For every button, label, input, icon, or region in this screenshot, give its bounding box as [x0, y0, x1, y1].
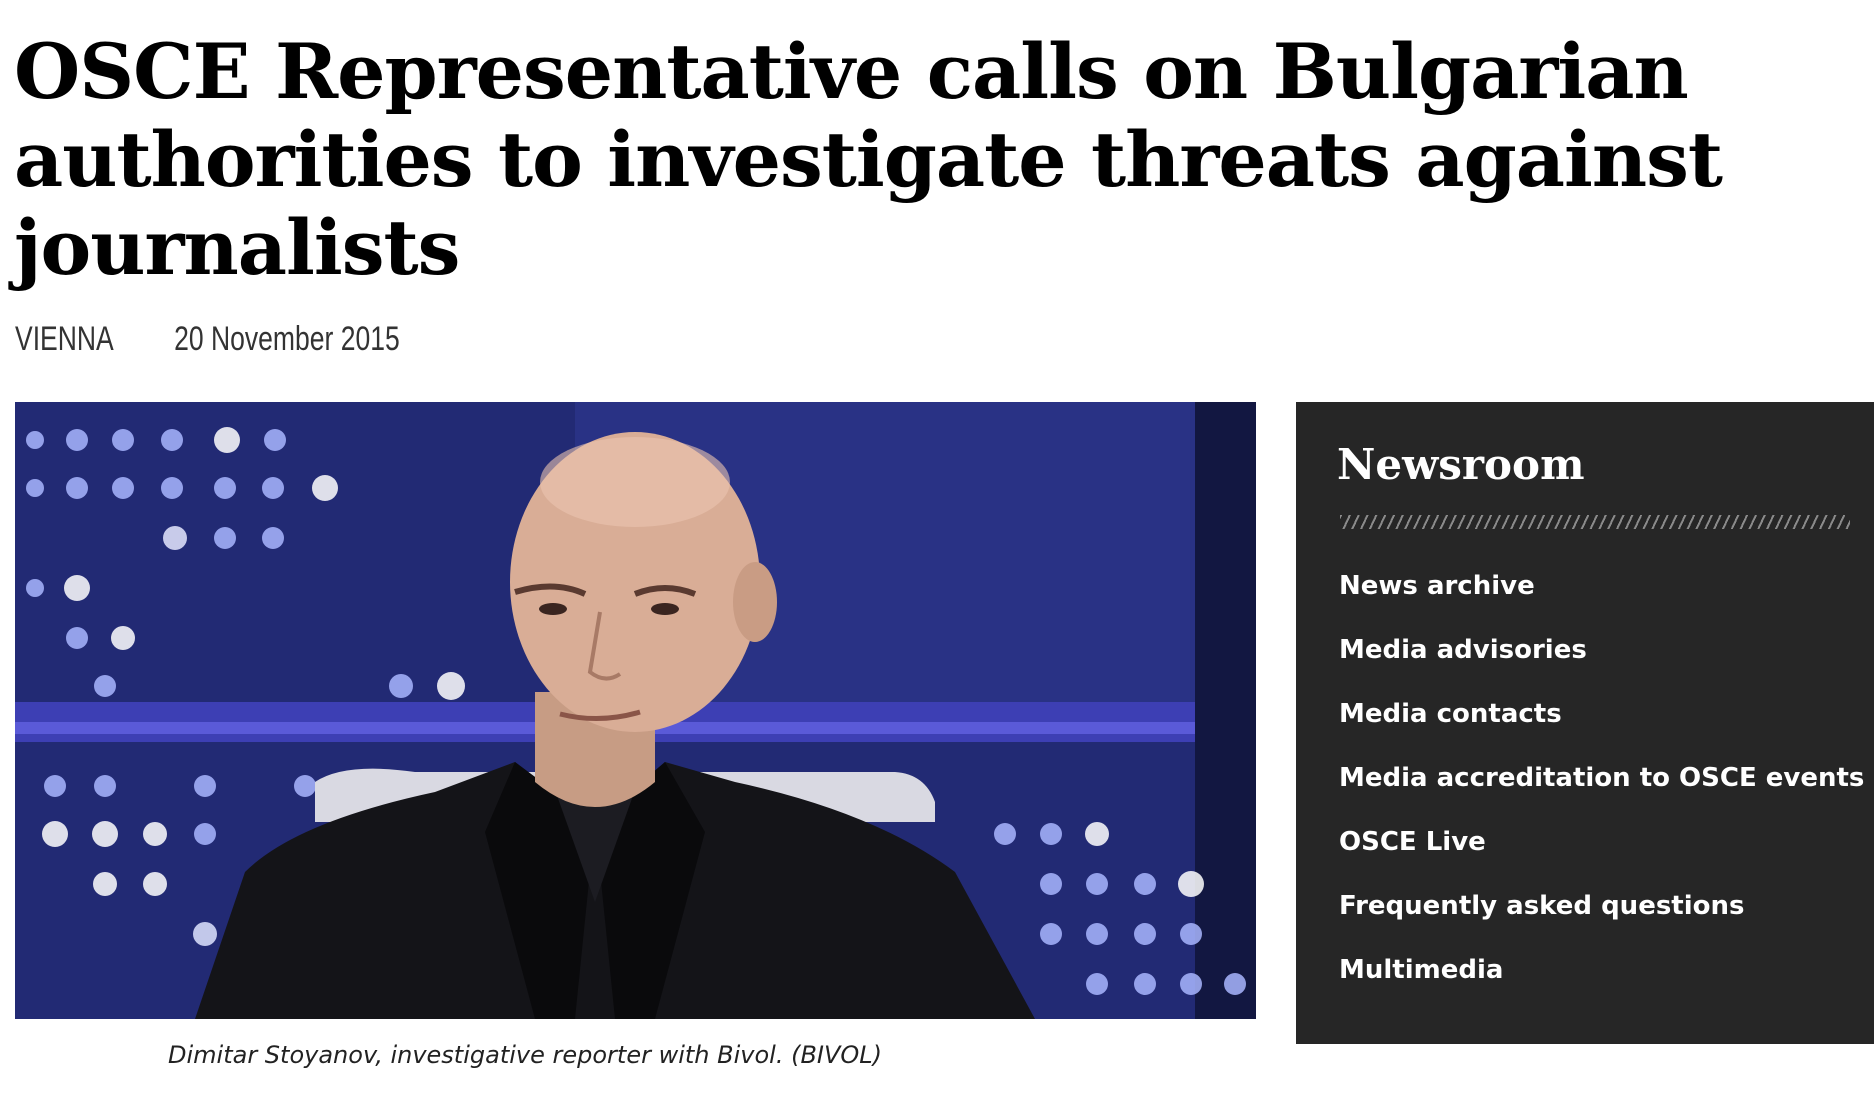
newsroom-sidebar: Newsroom News archive Media advisories M…: [1296, 402, 1874, 1044]
article-figure: Dimitar Stoyanov, investigative reporter…: [15, 402, 1256, 1102]
article-date: 20 November 2015: [174, 320, 400, 358]
newsroom-link-news-archive[interactable]: News archive: [1339, 566, 1864, 630]
photo-caption: Dimitar Stoyanov, investigative reporter…: [168, 1041, 883, 1069]
article-photo: [15, 402, 1256, 1019]
newsroom-link-media-advisories[interactable]: Media advisories: [1339, 630, 1864, 694]
photo-caption-box: Dimitar Stoyanov, investigative reporter…: [140, 1019, 1256, 1102]
newsroom-link-osce-live[interactable]: OSCE Live: [1339, 822, 1864, 886]
newsroom-nav: News archive Media advisories Media cont…: [1339, 566, 1864, 1014]
article-meta: VIENNA 20 November 2015: [15, 320, 400, 359]
article-headline: OSCE Representative calls on Bulgarian a…: [14, 27, 1723, 292]
newsroom-link-media-accreditation[interactable]: Media accreditation to OSCE events: [1339, 758, 1864, 822]
photo-illustration: [15, 402, 1256, 1019]
article-location: VIENNA: [15, 320, 114, 358]
newsroom-divider: [1340, 515, 1850, 529]
newsroom-link-multimedia[interactable]: Multimedia: [1339, 950, 1864, 1014]
newsroom-title: Newsroom: [1337, 440, 1585, 489]
newsroom-link-media-contacts[interactable]: Media contacts: [1339, 694, 1864, 758]
newsroom-link-faq[interactable]: Frequently asked questions: [1339, 886, 1864, 950]
